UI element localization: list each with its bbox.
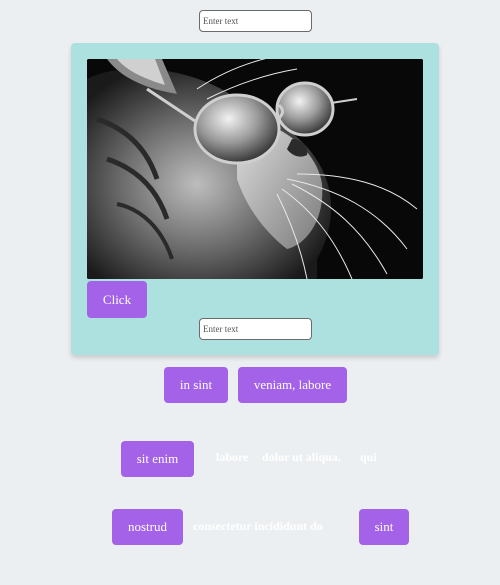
veniam-labore-button[interactable]: veniam, labore [238, 367, 347, 403]
consectetur-incididunt-do-text: consectetur incididunt do [193, 519, 323, 533]
cat-photo [87, 59, 423, 279]
sit-enim-button[interactable]: sit enim [121, 441, 194, 477]
cat-illustration [87, 59, 423, 279]
image-card: Click [71, 43, 439, 355]
nostrud-button[interactable]: nostrud [112, 509, 183, 545]
in-sint-button[interactable]: in sint [164, 367, 228, 403]
card-text-input[interactable] [199, 318, 312, 340]
dolor-ut-aliqua-text: dolor ut aliqua. [262, 450, 341, 464]
top-text-input[interactable] [199, 10, 312, 32]
labore-text: labore [216, 450, 249, 464]
sint-button[interactable]: sint [359, 509, 409, 545]
click-button[interactable]: Click [87, 281, 147, 318]
page-root: Click in sint veniam, labore sit enim la… [0, 0, 500, 585]
qui-text: qui [360, 450, 377, 464]
